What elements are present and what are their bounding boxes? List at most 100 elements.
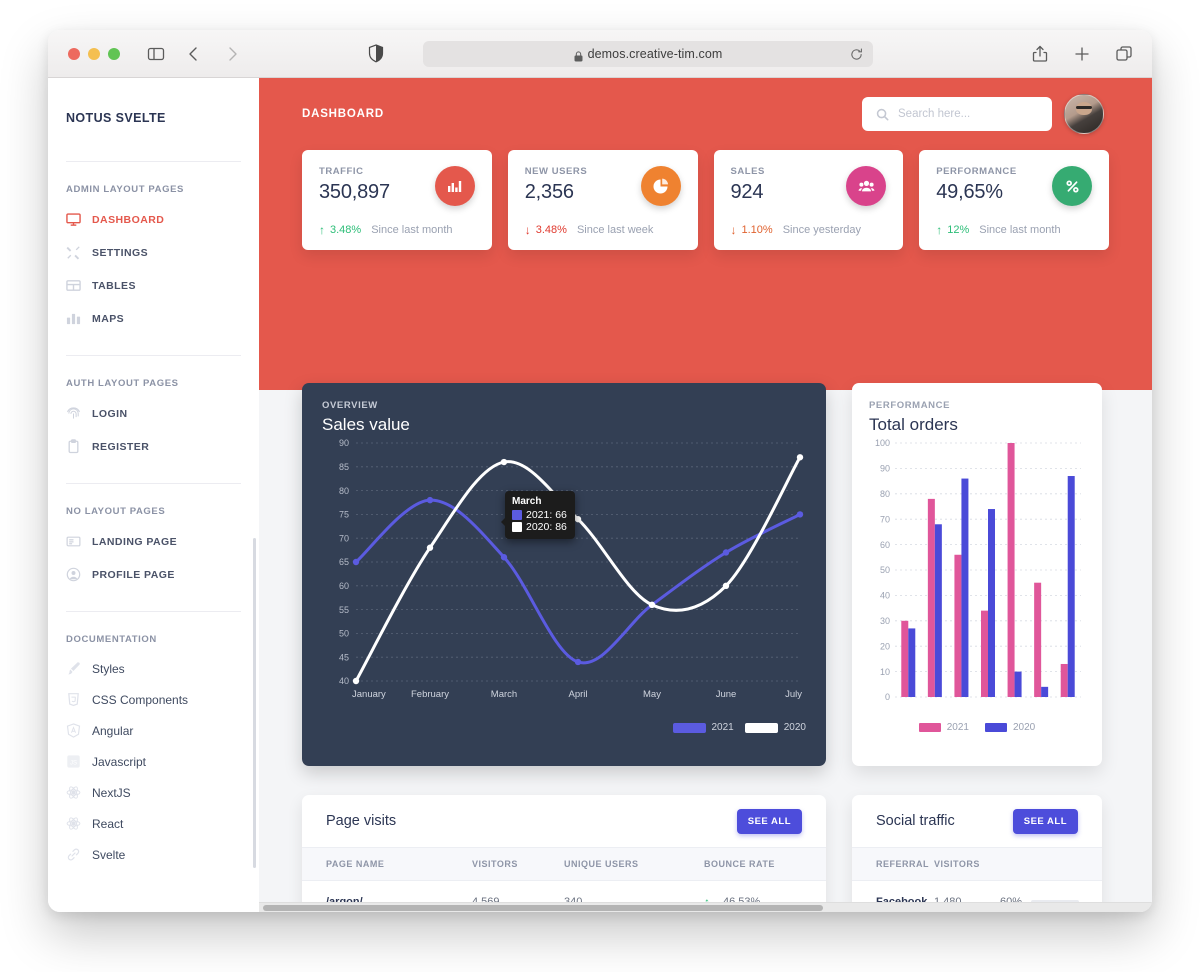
table-header-row: PAGE NAME VISITORS UNIQUE USERS BOUNCE R… (302, 847, 826, 881)
stat-card-new-users: NEW USERS 2,356 ↓ 3.48% Since last week (507, 150, 698, 250)
sidebar-item-register[interactable]: REGISTER (66, 430, 241, 463)
horizontal-scrollbar[interactable] (259, 902, 1152, 912)
svg-text:50: 50 (339, 629, 349, 639)
brand-title[interactable]: NOTUS SVELTE (66, 78, 241, 125)
stat-label: SALES (730, 166, 765, 177)
svg-text:45: 45 (339, 652, 349, 662)
stat-value: 924 (730, 181, 764, 203)
sidebar-item-css-components[interactable]: CSS Components (66, 684, 241, 715)
react-atom-icon (66, 816, 81, 831)
back-chevron-icon[interactable] (184, 44, 204, 64)
window-controls[interactable] (68, 47, 120, 60)
legend-item-2021[interactable]: 2021 (918, 722, 969, 733)
tables-row: Page visits SEE ALL PAGE NAME VISITORS U… (259, 795, 1152, 912)
sales-value-chart-card: OVERVIEW Sales value 40 45 50 55 60 65 70 75 80 8… (302, 383, 826, 766)
sidebar-toggle-icon[interactable] (146, 44, 166, 64)
stat-since: Since yesterday (782, 224, 861, 236)
app-viewport: NOTUS SVELTE ADMIN LAYOUT PAGES DASHBOAR… (48, 78, 1152, 912)
sidebar-item-label: LANDING PAGE (92, 535, 178, 548)
table-icon (66, 278, 81, 293)
main-content: DASHBOARD Search here... TRAFFIC 350,897… (259, 78, 1152, 912)
maximize-window-button[interactable] (108, 47, 120, 60)
newspaper-icon (66, 534, 81, 549)
sidebar-item-nextjs[interactable]: NextJS (66, 777, 241, 808)
sidebar-item-profile-page[interactable]: PROFILE PAGE (66, 558, 241, 591)
legend-label: 2020 (783, 722, 806, 733)
sidebar-item-react[interactable]: React (66, 808, 241, 839)
reload-icon[interactable] (850, 47, 863, 61)
legend-label: 2021 (946, 722, 969, 733)
svg-text:April: April (568, 689, 587, 700)
sidebar-item-tables[interactable]: TABLES (66, 269, 241, 302)
sidebar-item-label: CSS Components (92, 692, 189, 707)
privacy-shield-icon[interactable] (368, 44, 384, 63)
sidebar-item-landing-page[interactable]: LANDING PAGE (66, 525, 241, 558)
stat-label: NEW USERS (524, 166, 588, 177)
stat-label: PERFORMANCE (936, 166, 1017, 177)
search-box[interactable] (862, 97, 1052, 131)
sidebar-section-title-admin: ADMIN LAYOUT PAGES (66, 184, 184, 195)
minimize-window-button[interactable] (88, 47, 100, 60)
percent-icon (1052, 166, 1092, 206)
search-input[interactable] (898, 108, 1038, 120)
sidebar-item-javascript[interactable]: JS Javascript (66, 746, 241, 777)
svg-text:100: 100 (875, 438, 890, 448)
share-icon[interactable] (1030, 44, 1050, 64)
paint-brush-icon (66, 661, 81, 676)
sidebar-item-styles[interactable]: Styles (66, 653, 241, 684)
search-icon (876, 108, 889, 121)
sidebar-item-maps[interactable]: MAPS (66, 302, 241, 335)
legend-swatch (744, 722, 778, 733)
map-icon (66, 311, 81, 326)
sidebar-section-title-auth: AUTH LAYOUT PAGES (66, 378, 179, 389)
scrollbar-thumb[interactable] (263, 905, 823, 911)
chart-title: Sales value (322, 415, 410, 434)
sidebar-item-label: TABLES (92, 279, 136, 292)
tab-overview-icon[interactable] (1114, 44, 1134, 64)
column-header-visitors: VISITORS (934, 847, 1000, 881)
sidebar-item-label: NextJS (92, 785, 131, 800)
css-icon (66, 692, 81, 707)
sidebar-scrollbar[interactable] (253, 538, 256, 868)
sidebar-item-svelte[interactable]: Svelte (66, 839, 241, 870)
stat-card-sales: SALES 924 ↓ 1.10% Since yesterday (713, 150, 904, 250)
legend-swatch (672, 722, 706, 733)
svg-text:75: 75 (339, 510, 349, 520)
sidebar-item-angular[interactable]: Angular (66, 715, 241, 746)
card-title: Social traffic (876, 813, 955, 829)
javascript-icon: JS (66, 754, 81, 769)
bar-chart-plot: 0 10 20 30 40 50 60 70 80 90 100 (869, 435, 1085, 720)
sidebar-item-login[interactable]: LOGIN (66, 397, 241, 430)
see-all-page-visits-button[interactable]: SEE ALL (736, 808, 802, 834)
close-window-button[interactable] (68, 47, 80, 60)
card-title: Page visits (326, 813, 397, 829)
sidebar-item-dashboard[interactable]: DASHBOARD (66, 203, 241, 236)
line-chart-svg: 40 45 50 55 60 65 70 75 80 85 90 January February Mar… (339, 438, 804, 700)
forward-chevron-icon[interactable] (222, 44, 242, 64)
bar-chart-icon (434, 166, 475, 206)
stat-cards: TRAFFIC 350,897 ↑ 3.48% Since last month (259, 150, 1152, 250)
user-circle-icon (66, 567, 81, 582)
see-all-social-traffic-button[interactable]: SEE ALL (1012, 808, 1078, 834)
trend-up-icon: ↑ (936, 223, 943, 237)
svg-text:55: 55 (339, 605, 349, 615)
svg-text:0: 0 (885, 692, 890, 702)
avatar[interactable] (1064, 94, 1104, 134)
sidebar-divider (66, 355, 241, 356)
svg-text:80: 80 (339, 486, 349, 496)
stat-delta: 3.48% (535, 224, 567, 236)
users-icon (846, 166, 887, 206)
legend-item-2020[interactable]: 2020 (744, 722, 806, 733)
sidebar-item-settings[interactable]: SETTINGS (66, 236, 241, 269)
legend-item-2020[interactable]: 2020 (985, 722, 1035, 733)
sidebar-section-title-documentation: DOCUMENTATION (66, 634, 157, 645)
trend-down-icon: ↓ (730, 223, 737, 237)
address-bar[interactable]: demos.creative-tim.com (423, 41, 873, 67)
top-navbar: DASHBOARD (259, 78, 1152, 150)
stat-value: 350,897 (319, 181, 390, 203)
legend-item-2021[interactable]: 2021 (672, 722, 734, 733)
plus-icon[interactable] (1072, 44, 1092, 64)
stat-value: 49,65% (936, 181, 1003, 203)
svg-text:30: 30 (880, 616, 890, 626)
column-header-unique-users: UNIQUE USERS (564, 847, 704, 881)
